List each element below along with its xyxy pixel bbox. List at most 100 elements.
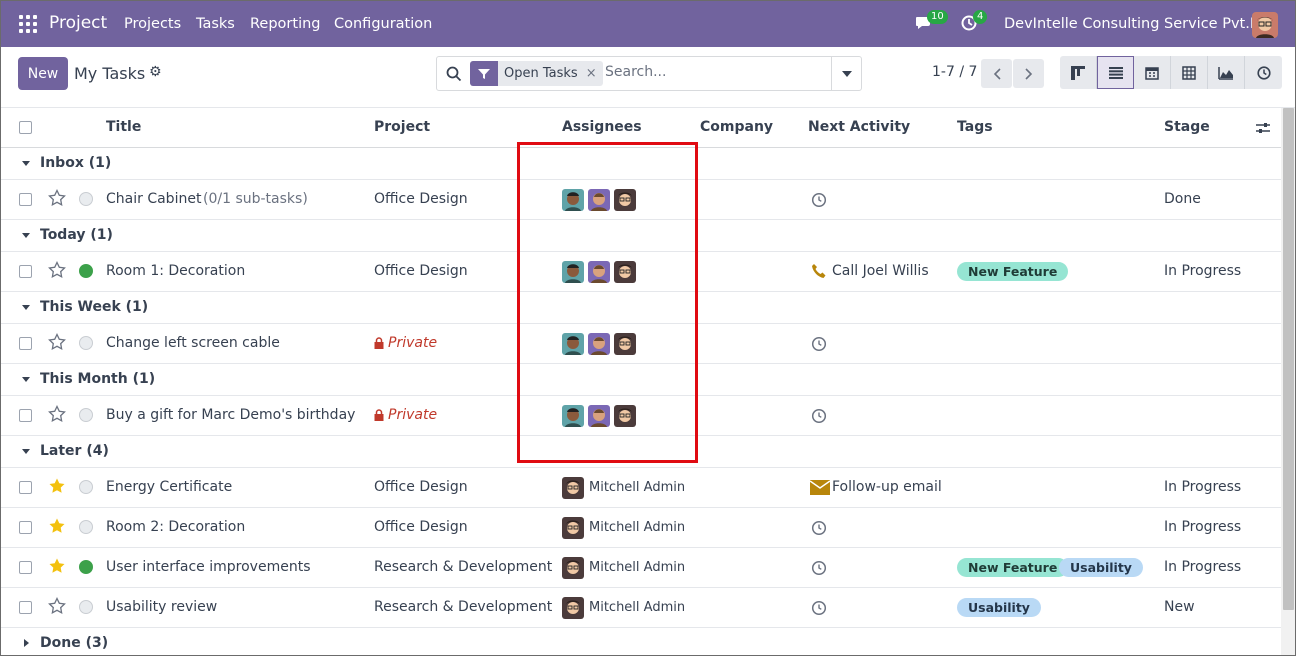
- search-options-toggle[interactable]: [831, 57, 861, 90]
- star-filled-icon[interactable]: [48, 517, 66, 535]
- group-label: This Week (1): [40, 299, 149, 315]
- graph-view-button[interactable]: [1208, 56, 1245, 89]
- column-company[interactable]: Company: [700, 119, 773, 135]
- activity-clock-icon[interactable]: [811, 600, 827, 616]
- app-brand[interactable]: Project: [49, 13, 107, 33]
- row-checkbox[interactable]: [19, 561, 32, 574]
- star-outline-icon[interactable]: [48, 597, 66, 615]
- column-assignees[interactable]: Assignees: [562, 119, 642, 135]
- kanban-view-button[interactable]: [1060, 56, 1097, 89]
- tag-badge: Usability: [957, 598, 1041, 617]
- gear-icon[interactable]: ⚙: [149, 64, 162, 80]
- search-icon[interactable]: [446, 66, 462, 82]
- table-row[interactable]: Usability review Research & Development …: [1, 588, 1281, 628]
- envelope-icon[interactable]: [810, 480, 830, 495]
- menu-configuration[interactable]: Configuration: [334, 16, 432, 32]
- activity-clock-icon[interactable]: [811, 520, 827, 536]
- row-checkbox[interactable]: [19, 481, 32, 494]
- tag-badge: New Feature: [957, 262, 1069, 281]
- task-project: Research & Development: [374, 559, 553, 575]
- facet-remove-icon[interactable]: ×: [583, 61, 603, 86]
- chat-icon[interactable]: 10: [915, 10, 948, 34]
- company-switcher[interactable]: DevIntelle Consulting Service Pvt.Ltd: [1004, 16, 1273, 32]
- group-label: This Month (1): [40, 371, 156, 387]
- pivot-view-button[interactable]: [1171, 56, 1208, 89]
- star-outline-icon[interactable]: [48, 189, 66, 207]
- activity-clock-icon[interactable]: [811, 192, 827, 208]
- task-title: Buy a gift for Marc Demo's birthday: [106, 407, 356, 423]
- new-button[interactable]: New: [18, 57, 68, 90]
- task-next-activity[interactable]: Follow-up email: [832, 479, 942, 495]
- avatar[interactable]: [562, 597, 584, 619]
- activity-clock-icon[interactable]: [811, 560, 827, 576]
- column-tags[interactable]: Tags: [957, 119, 993, 135]
- activity-clock-icon[interactable]: [811, 408, 827, 424]
- star-filled-icon[interactable]: [48, 477, 66, 495]
- status-dot[interactable]: [79, 480, 93, 494]
- column-project[interactable]: Project: [374, 119, 430, 135]
- caret-down-icon: [841, 70, 852, 77]
- status-dot[interactable]: [79, 520, 93, 534]
- highlight-box: [517, 142, 698, 463]
- status-dot[interactable]: [79, 560, 93, 574]
- phone-icon[interactable]: [811, 263, 827, 279]
- pager-next-button[interactable]: [1013, 59, 1044, 88]
- menu-projects[interactable]: Projects: [124, 16, 181, 32]
- task-next-activity[interactable]: Call Joel Willis: [832, 263, 929, 279]
- pager-value[interactable]: 1-7 / 7: [932, 64, 977, 80]
- tag-badge: Usability: [1059, 558, 1143, 577]
- menu-reporting[interactable]: Reporting: [250, 16, 321, 32]
- star-outline-icon[interactable]: [48, 333, 66, 351]
- row-checkbox[interactable]: [19, 193, 32, 206]
- table-row[interactable]: Room 2: Decoration Office Design Mitchel…: [1, 508, 1281, 548]
- menu-tasks[interactable]: Tasks: [196, 16, 235, 32]
- status-dot[interactable]: [79, 264, 93, 278]
- star-outline-icon[interactable]: [48, 261, 66, 279]
- row-checkbox[interactable]: [19, 521, 32, 534]
- star-filled-icon[interactable]: [48, 557, 66, 575]
- lock-icon: [374, 409, 384, 421]
- activity-view-button[interactable]: [1245, 56, 1282, 89]
- scrollbar-thumb[interactable]: [1283, 108, 1294, 610]
- group-label: Today (1): [40, 227, 113, 243]
- row-checkbox[interactable]: [19, 265, 32, 278]
- group-label: Inbox (1): [40, 155, 112, 171]
- task-stage: In Progress: [1164, 519, 1242, 535]
- column-stage[interactable]: Stage: [1164, 119, 1210, 135]
- search-input[interactable]: [605, 64, 825, 80]
- task-title: Change left screen cable: [106, 335, 280, 351]
- column-next-activity[interactable]: Next Activity: [808, 119, 910, 135]
- row-checkbox[interactable]: [19, 337, 32, 350]
- group-row-done[interactable]: Done (3): [1, 628, 1281, 655]
- table-row[interactable]: Energy Certificate Office Design Mitchel…: [1, 468, 1281, 508]
- task-title: Usability review: [106, 599, 218, 615]
- column-title[interactable]: Title: [106, 119, 141, 135]
- pager-previous-button[interactable]: [981, 59, 1012, 88]
- status-dot[interactable]: [79, 192, 93, 206]
- star-outline-icon[interactable]: [48, 405, 66, 423]
- status-dot[interactable]: [79, 600, 93, 614]
- calendar-view-button[interactable]: [1134, 56, 1171, 89]
- avatar[interactable]: [562, 557, 584, 579]
- select-all-checkbox[interactable]: [19, 121, 32, 134]
- status-dot[interactable]: [79, 408, 93, 422]
- row-checkbox[interactable]: [19, 601, 32, 614]
- search-bar: Open Tasks ×: [436, 56, 862, 91]
- avatar[interactable]: [562, 517, 584, 539]
- table-row[interactable]: User interface improvements Research & D…: [1, 548, 1281, 588]
- area-chart-icon: [1218, 66, 1233, 80]
- avatar[interactable]: [562, 477, 584, 499]
- activity-clock-icon[interactable]: 4: [961, 10, 988, 34]
- task-project: Private: [388, 407, 438, 423]
- user-avatar[interactable]: [1252, 12, 1278, 38]
- row-checkbox[interactable]: [19, 409, 32, 422]
- chevron-left-icon: [993, 67, 1001, 80]
- apps-grid-icon[interactable]: [19, 15, 37, 33]
- optional-columns-icon[interactable]: [1256, 121, 1270, 135]
- page-title: My Tasks: [74, 64, 146, 83]
- status-dot[interactable]: [79, 336, 93, 350]
- activity-clock-icon: [1256, 65, 1271, 80]
- activity-clock-icon[interactable]: [811, 336, 827, 352]
- kanban-icon: [1071, 65, 1085, 80]
- list-view-button[interactable]: [1097, 56, 1134, 89]
